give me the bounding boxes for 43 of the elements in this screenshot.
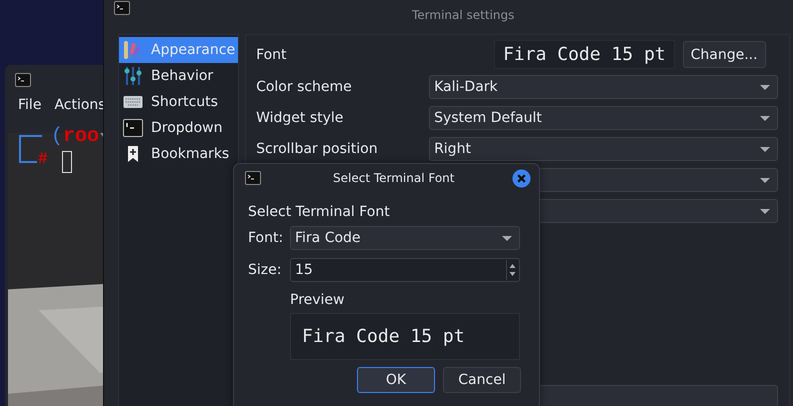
close-icon[interactable] bbox=[512, 169, 531, 188]
menu-item[interactable]: File bbox=[18, 97, 42, 123]
terminal-icon bbox=[245, 171, 261, 185]
sidebar-item[interactable]: Behavior bbox=[119, 63, 238, 89]
dialog-title: Select Terminal Font bbox=[333, 171, 454, 185]
prompt-symbol: # bbox=[38, 150, 48, 168]
change-button[interactable]: Change... bbox=[682, 41, 766, 68]
dialog-heading: Select Terminal Font bbox=[248, 204, 391, 220]
size-spinbox[interactable]: 15 bbox=[290, 258, 520, 282]
caret-icon bbox=[760, 147, 770, 152]
sidebar-item[interactable]: Bookmarks bbox=[119, 141, 238, 167]
dialog-button[interactable]: Cancel bbox=[443, 367, 521, 393]
caret-icon bbox=[760, 209, 770, 214]
font-label: Font bbox=[256, 46, 288, 62]
caret-icon bbox=[502, 236, 512, 241]
font-preview: Fira Code 15 pt bbox=[494, 40, 675, 69]
menu-item[interactable]: Actions bbox=[54, 97, 106, 123]
terminal-icon[interactable] bbox=[15, 73, 31, 87]
spin-arrows-icon[interactable] bbox=[506, 260, 518, 280]
prompt-bracket: ( bbox=[51, 125, 64, 148]
dropdown[interactable]: Right bbox=[429, 137, 778, 161]
preview-label: Preview bbox=[290, 292, 346, 308]
caret-icon bbox=[760, 178, 770, 183]
caret-icon bbox=[760, 116, 770, 121]
sidebar-item[interactable]: Shortcuts bbox=[119, 89, 238, 115]
font-label: Font: bbox=[248, 230, 284, 246]
font-dropdown[interactable]: Fira Code bbox=[290, 226, 520, 250]
palette-icon bbox=[123, 40, 143, 60]
dialog-button[interactable]: OK bbox=[357, 367, 435, 393]
caret-icon bbox=[760, 85, 770, 90]
size-label: Size: bbox=[248, 262, 282, 278]
setting-label: Scrollbar position bbox=[256, 141, 379, 157]
window-title: Terminal settings bbox=[412, 8, 514, 22]
prompt-user: roo bbox=[63, 125, 100, 148]
terminal-icon bbox=[123, 118, 143, 138]
setting-label: Widget style bbox=[256, 110, 344, 126]
setting-label: Color scheme bbox=[256, 79, 353, 95]
dropdown[interactable]: Kali-Dark bbox=[429, 75, 778, 99]
text-cursor bbox=[62, 151, 72, 173]
preview-text: Fira Code 15 pt bbox=[302, 326, 465, 347]
sliders-icon bbox=[123, 66, 143, 86]
sidebar-item[interactable]: Dropdown bbox=[119, 115, 238, 141]
dropdown[interactable]: System Default bbox=[429, 106, 778, 130]
